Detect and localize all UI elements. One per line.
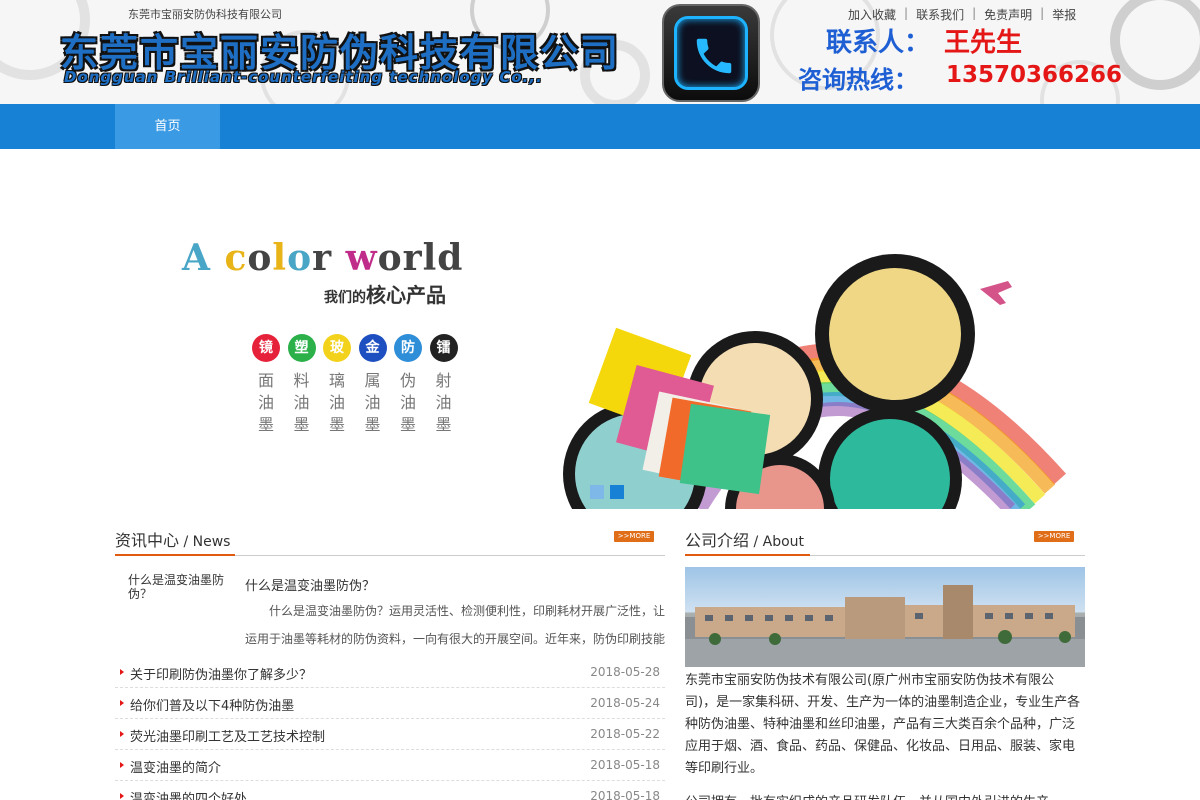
product-label-char: 油 (257, 393, 274, 412)
slide-indicators (590, 485, 624, 499)
product-label-char: 墨 (364, 415, 381, 434)
product-label-char: 墨 (399, 415, 416, 434)
product-label-char: 伪 (399, 371, 416, 390)
about-divider-accent (685, 554, 810, 556)
product-label-char: 油 (328, 393, 345, 412)
main-nav: 首页 (0, 104, 1200, 149)
product-badge: 防 (394, 334, 422, 362)
site-header: 东莞市宝丽安防伪科技有限公司 东莞市宝丽安防伪科技有限公司 Dongguan B… (0, 0, 1200, 104)
news-item-date: 2018-05-18 (590, 758, 660, 772)
decorative-ring (1110, 0, 1200, 90)
news-title-en: / News (179, 534, 231, 550)
bullet-icon (120, 669, 124, 675)
product-badge: 金 (358, 334, 387, 362)
news-item-date: 2018-05-24 (590, 696, 660, 710)
hotline-number: 13570366266 (946, 62, 1123, 88)
news-title-cn: 资讯中心 (115, 531, 180, 550)
featured-news-heading[interactable]: 什么是温变油墨防伪？ (245, 575, 375, 594)
company-building-image (685, 567, 1085, 667)
headline-letter: orld (377, 237, 464, 279)
logo-english[interactable]: Dongguan Brilliant-counterfeiting techno… (64, 68, 543, 86)
product-label-char: 墨 (257, 415, 274, 434)
news-divider-accent (115, 554, 235, 556)
headline-letter: o (287, 237, 313, 279)
core-prefix: 我们的 (324, 290, 366, 306)
news-item-date: 2018-05-28 (590, 665, 660, 679)
news-section-title: 资讯中心 / News (115, 527, 230, 551)
hotline-label: 咨询热线： (798, 66, 918, 94)
news-item-title[interactable]: 给你们普及以下4种防伪油墨 (130, 695, 294, 714)
news-item-title[interactable]: 荧光油墨印刷工艺及工艺技术控制 (130, 726, 325, 745)
bullet-icon (120, 731, 124, 737)
phone-icon (662, 4, 760, 102)
news-list-item[interactable]: 温变油墨的简介 2018-05-18 (115, 750, 665, 781)
product-label-char: 油 (293, 393, 310, 412)
disclaimer-link[interactable]: 免责声明 (976, 6, 1040, 23)
news-item-title[interactable]: 关于印刷防伪油墨你了解多少？ (130, 664, 312, 683)
news-more-button[interactable]: >>MORE (614, 531, 654, 542)
banner-headline: A color world (182, 237, 463, 279)
news-item-title[interactable]: 温变油墨的简介 (130, 757, 221, 776)
headline-letter: o (247, 237, 273, 279)
headline-letter: r (312, 237, 346, 279)
featured-news-body: 什么是温变油墨防伪？运用灵活性、检测便利性，印刷耗材开展广泛性，让运用于油墨等耗… (245, 604, 665, 646)
news-item-date: 2018-05-18 (590, 789, 660, 800)
product-label-char: 璃 (328, 371, 345, 390)
news-item-date: 2018-05-22 (590, 727, 660, 741)
news-list: 关于印刷防伪油墨你了解多少？ 2018-05-28 给你们普及以下4种防伪油墨 201… (115, 657, 665, 800)
product-badge: 镜 (252, 334, 280, 362)
headline-letter: l (272, 237, 288, 279)
paint-cans-illustration (563, 254, 1066, 509)
about-more-button[interactable]: >>MORE (1034, 531, 1074, 542)
report-link[interactable]: 举报 (1044, 6, 1084, 23)
contact-name: 王先生 (944, 28, 1023, 58)
product-label-char: 油 (364, 393, 381, 412)
news-list-item[interactable]: 荧光油墨印刷工艺及工艺技术控制 2018-05-22 (115, 719, 665, 750)
news-list-item[interactable]: 给你们普及以下4种防伪油墨 2018-05-24 (115, 688, 665, 719)
about-paragraph-2: 公司拥有一批有实织成的产品研发队伍，并从国内外引进的生产 (685, 792, 1085, 800)
news-item-title[interactable]: 温变油墨的四个好处 (130, 788, 247, 800)
product-label-char: 墨 (435, 415, 452, 434)
about-title-cn: 公司介绍 (685, 531, 750, 550)
contact-us-link[interactable]: 联系我们 (908, 6, 972, 23)
building-illustration (685, 585, 1085, 667)
slide-dot[interactable] (590, 485, 604, 499)
product-badge: 塑 (287, 334, 316, 362)
bullet-icon (120, 793, 124, 799)
nav-item-home[interactable]: 首页 (115, 104, 220, 149)
contact-label: 联系人： (826, 28, 931, 58)
news-list-item[interactable]: 关于印刷防伪油墨你了解多少？ 2018-05-28 (115, 657, 665, 688)
phone-handset-icon (696, 38, 732, 74)
headline-letter: c (210, 237, 248, 279)
product-label-char: 面 (257, 371, 274, 390)
product-badge: 镭 (429, 334, 458, 362)
product-label-char: 属 (364, 371, 381, 390)
product-badge: 玻 (323, 334, 351, 362)
bullet-icon (120, 762, 124, 768)
product-label-char: 墨 (293, 415, 310, 434)
news-list-item[interactable]: 温变油墨的四个好处 2018-05-18 (115, 781, 665, 800)
slide-dot[interactable] (610, 485, 624, 499)
company-name-small: 东莞市宝丽安防伪科技有限公司 (128, 8, 282, 21)
featured-news-title[interactable]: 什么是温变油墨防伪？ (128, 573, 228, 601)
headline-letter: A (182, 237, 211, 279)
product-label-char: 油 (399, 393, 416, 412)
add-favorite-link[interactable]: 加入收藏 (840, 6, 904, 23)
core-products-caption: 我们的核心产品 (324, 279, 446, 308)
about-title-en: / About (749, 534, 805, 550)
core-main: 核心产品 (366, 283, 446, 307)
product-label-char: 料 (293, 371, 310, 390)
product-label-char: 墨 (328, 415, 345, 434)
headline-letter: w (345, 237, 378, 279)
product-label-char: 油 (435, 393, 452, 412)
product-label-char: 射 (435, 371, 452, 390)
top-links: 加入收藏 | 联系我们 | 免责声明 | 举报 (840, 6, 1084, 23)
about-paragraph-1: 东莞市宝丽安防伪技术有限公司(原广州市宝丽安防伪技术有限公司)，是一家集科研、开… (685, 673, 1081, 776)
bullet-icon (120, 700, 124, 706)
about-section-title: 公司介绍 / About (685, 527, 804, 551)
hero-banner: A color world 我们的核心产品 镜面油墨塑料油墨玻璃油墨金属油墨防伪… (0, 149, 1200, 509)
